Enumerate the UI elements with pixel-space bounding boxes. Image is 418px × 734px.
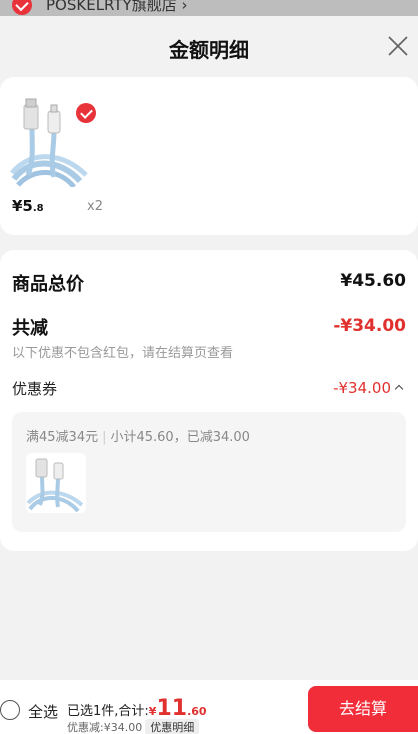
coupon-detail-box: 满45减34元 | 小计45.60，已减34.00 [12, 412, 406, 532]
sheet-header: 金额明细 [0, 16, 418, 76]
reduce-label: 共减 [12, 318, 48, 339]
product-quantity: x2 [87, 199, 103, 214]
sheet-title: 金额明细 [169, 38, 249, 62]
selected-summary: 已选1件,合计:¥11.60 [67, 696, 207, 721]
background-shop-strip: POSKELRTY旗舰店 › [0, 0, 418, 16]
price-summary-card: 商品总价 ¥45.60 共减 -¥34.00 以下优惠不包含红包，请在结算页查看… [0, 250, 418, 551]
total-price-label: 商品总价 [12, 274, 84, 295]
chevron-up-icon [394, 384, 404, 394]
shop-name: POSKELRTY旗舰店 › [46, 0, 188, 14]
product-card: ¥5.8 x2 [0, 77, 418, 235]
checkout-button[interactable]: 去结算 [308, 686, 418, 732]
radio-icon[interactable] [0, 700, 20, 720]
product-price: ¥5.8 [12, 197, 44, 215]
coupon-label: 优惠券 [12, 380, 58, 398]
discount-summary: 优惠减:¥34.00 优惠明细 [67, 719, 200, 734]
reduce-value: -¥34.00 [333, 316, 406, 336]
total-price-value: ¥45.60 [340, 271, 406, 291]
discount-detail-tag[interactable]: 优惠明细 [145, 719, 200, 734]
amount-detail-sheet: 金额明细 ¥5.8 x2 商品总价 ¥45.60 共减 -¥34.00 以下优惠… [0, 16, 418, 734]
product-thumbnail [26, 453, 86, 513]
checkout-bar: 全选 已选1件,合计:¥11.60 优惠减:¥34.00 优惠明细 去结算 [0, 680, 418, 734]
check-icon[interactable] [76, 103, 96, 123]
coupon-toggle[interactable]: -¥34.00 [333, 379, 404, 397]
coupon-description: 满45减34元 | 小计45.60，已减34.00 [26, 430, 250, 445]
close-icon[interactable] [386, 34, 410, 58]
reduce-note: 以下优惠不包含红包，请在结算页查看 [12, 346, 234, 361]
check-icon [12, 0, 32, 15]
select-all-label[interactable]: 全选 [28, 701, 58, 722]
coupon-value: -¥34.00 [333, 379, 391, 397]
